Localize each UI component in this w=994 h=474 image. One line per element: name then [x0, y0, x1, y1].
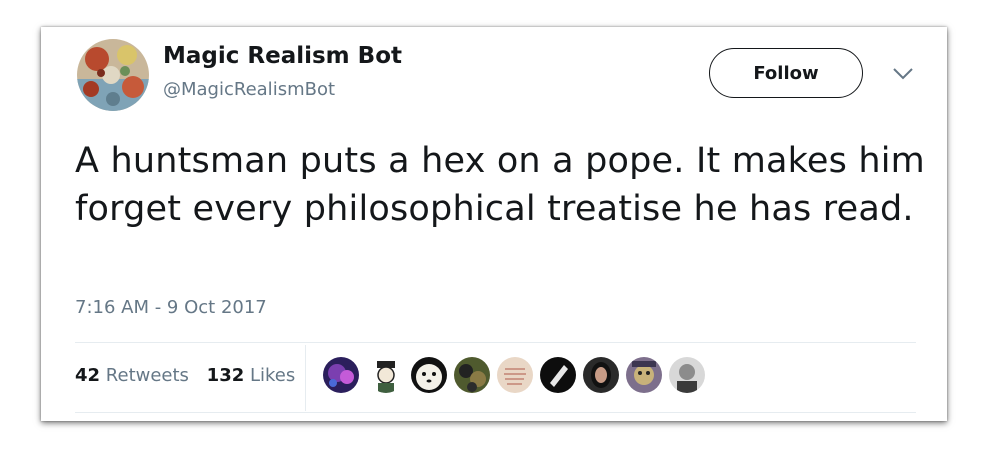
chevron-down-icon[interactable]	[892, 66, 914, 80]
stats-separator	[305, 345, 306, 411]
author-handle[interactable]: @MagicRealismBot	[163, 79, 335, 100]
liker-avatar[interactable]	[583, 357, 619, 393]
tweet-text: A huntsman puts a hex on a pope. It make…	[75, 141, 925, 229]
divider-bottom	[75, 412, 916, 413]
tweet-timestamp[interactable]: 7:16 AM - 9 Oct 2017	[75, 297, 267, 318]
liker-avatar[interactable]	[323, 357, 359, 393]
likes-label: Likes	[249, 365, 296, 386]
divider-top	[75, 342, 916, 343]
author-avatar[interactable]	[77, 39, 149, 111]
liker-avatar[interactable]	[540, 357, 576, 393]
liker-avatar[interactable]	[626, 357, 662, 393]
tweet-card: Magic Realism Bot @MagicRealismBot Follo…	[41, 27, 947, 421]
liker-avatar[interactable]	[497, 357, 533, 393]
author-name[interactable]: Magic Realism Bot	[163, 43, 402, 69]
retweets-stat[interactable]: 42 Retweets	[75, 365, 189, 386]
liker-avatar[interactable]	[669, 357, 705, 393]
retweets-label: Retweets	[105, 365, 189, 386]
follow-button[interactable]: Follow	[709, 48, 863, 98]
liker-avatar[interactable]	[411, 357, 447, 393]
tweet-stats: 42 Retweets 132 Likes	[75, 365, 295, 386]
likes-stat[interactable]: 132 Likes	[207, 365, 296, 386]
likes-count: 132	[206, 365, 245, 386]
liker-avatar[interactable]	[368, 357, 404, 393]
retweets-count: 42	[75, 365, 101, 386]
liker-avatar[interactable]	[454, 357, 490, 393]
